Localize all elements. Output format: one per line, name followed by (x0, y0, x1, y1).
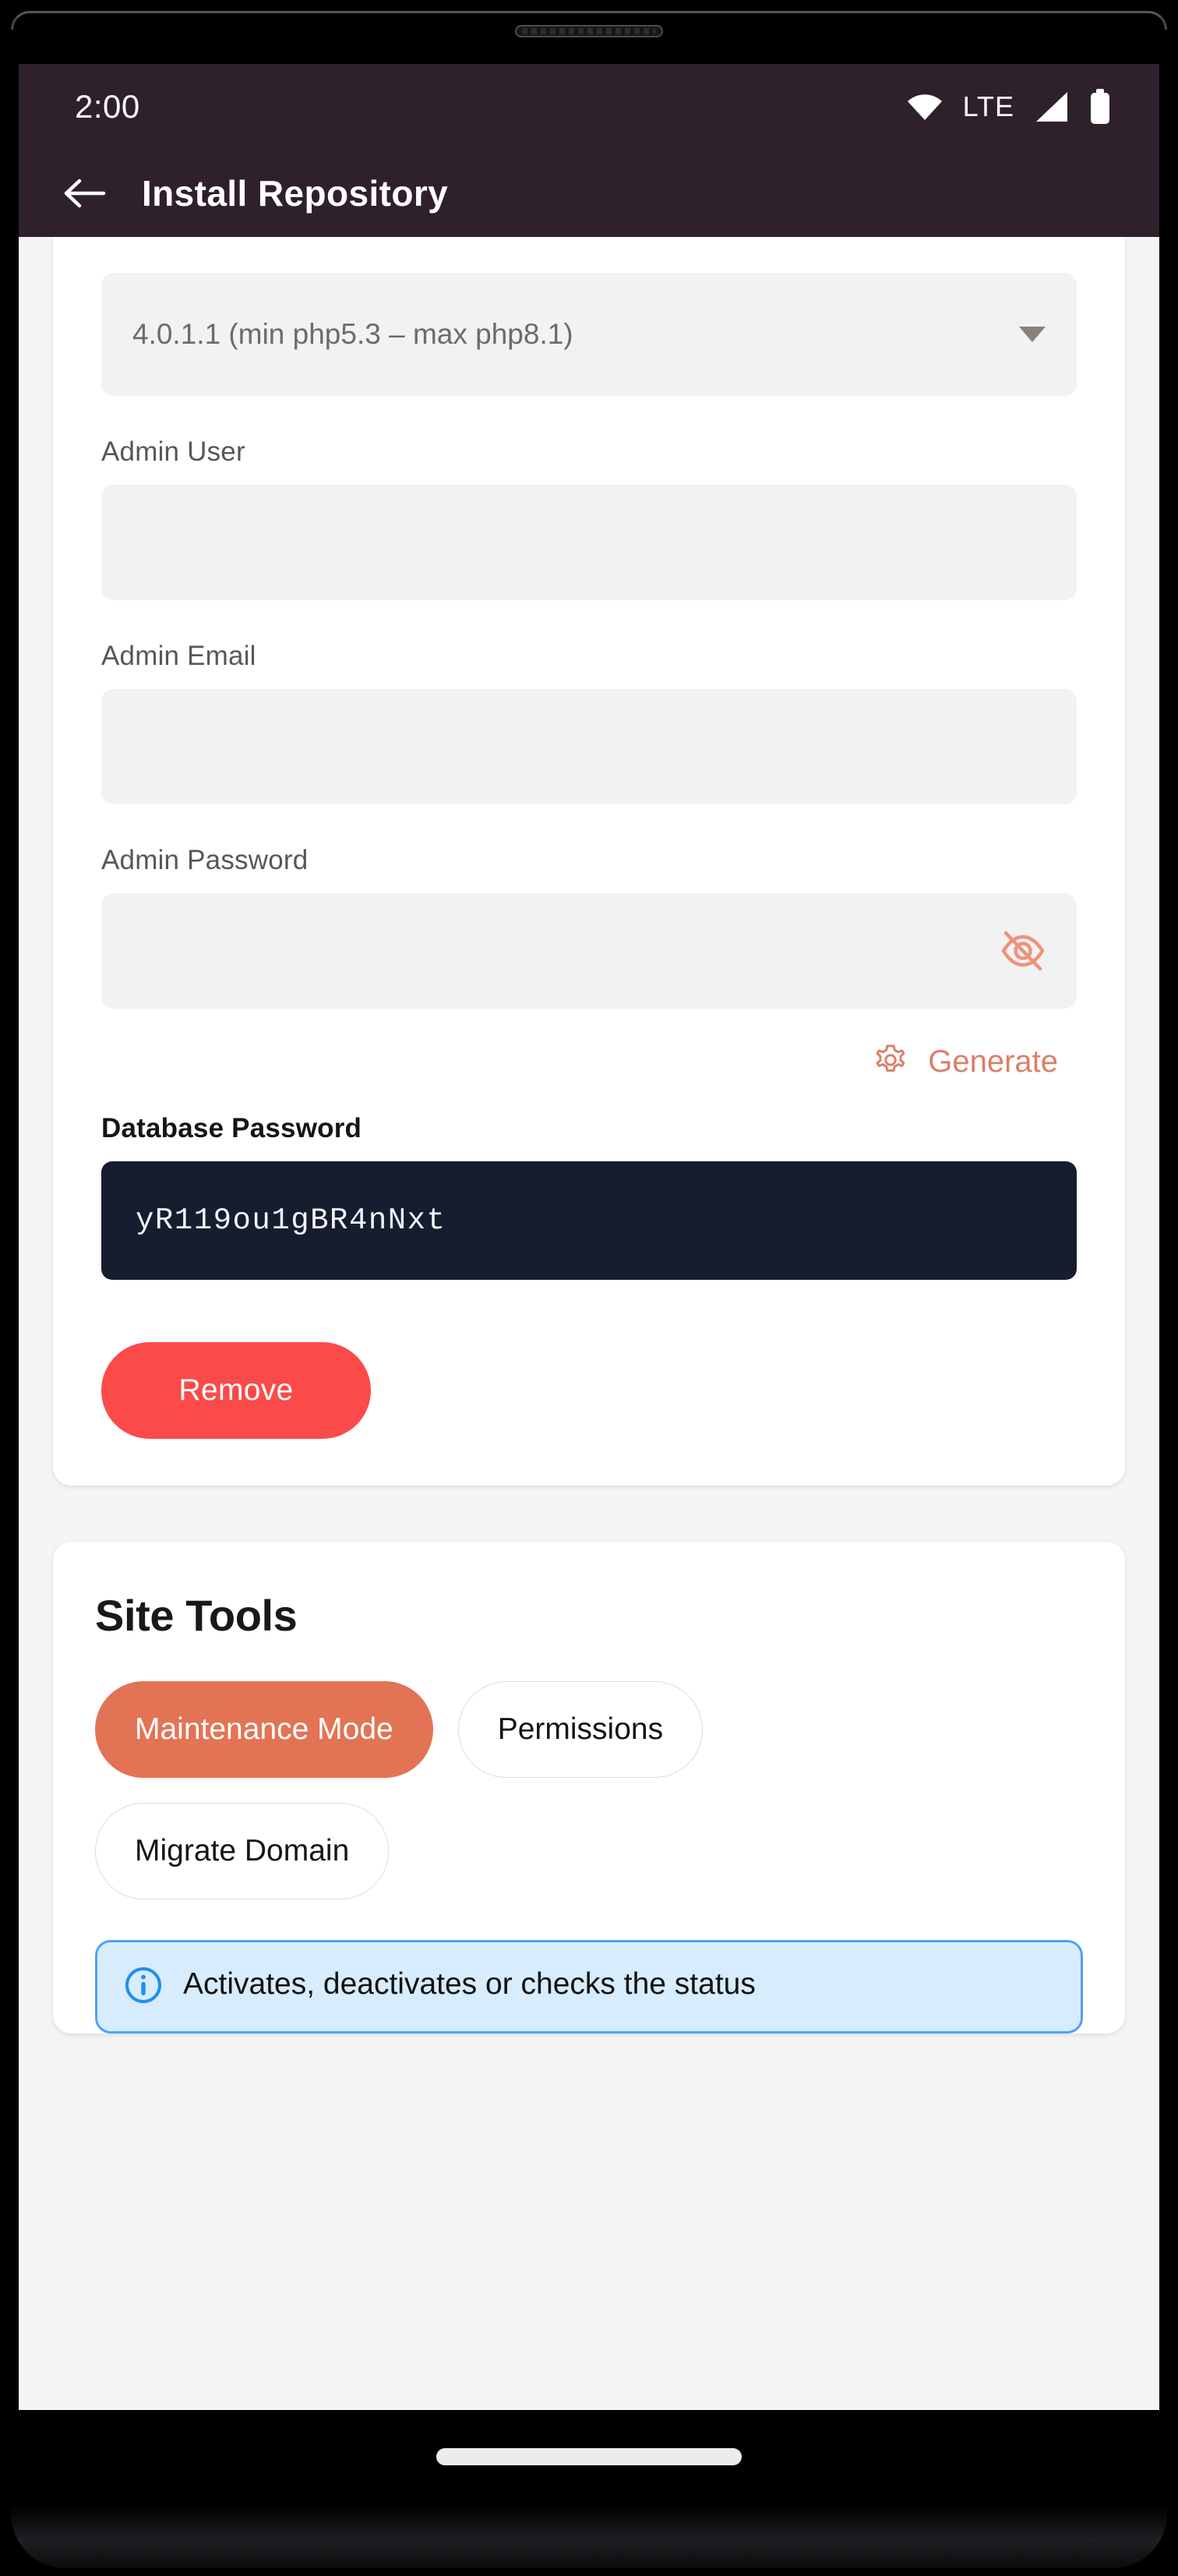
chevron-down-icon (1019, 327, 1046, 342)
site-tools-card: Site Tools Maintenance Mode Permissions … (53, 1542, 1125, 2034)
admin-password-label: Admin Password (101, 845, 309, 875)
version-select[interactable]: 4.0.1.1 (min php5.3 – max php8.1) (101, 273, 1077, 396)
chip-maintenance-mode[interactable]: Maintenance Mode (95, 1681, 433, 1778)
card-spacer (53, 1486, 1125, 1542)
info-icon (124, 1966, 163, 2005)
generate-label: Generate (928, 1044, 1058, 1079)
version-select-value: 4.0.1.1 (min php5.3 – max php8.1) (132, 318, 573, 350)
status-bar: 2:00 LTE (19, 64, 1159, 150)
phone-screen: 2:00 LTE Install Repository 4.0.1.1 (min… (19, 64, 1159, 2410)
network-type-label: LTE (962, 90, 1014, 122)
admin-email-input[interactable] (101, 689, 1077, 804)
chip-migrate-domain[interactable]: Migrate Domain (95, 1803, 390, 1899)
system-navigation-bar (19, 2410, 1159, 2504)
phone-frame: 2:00 LTE Install Repository 4.0.1.1 (min… (0, 0, 1178, 2576)
eye-off-icon[interactable] (1000, 931, 1046, 971)
home-indicator[interactable] (436, 2448, 742, 2465)
site-tools-title: Site Tools (95, 1591, 298, 1640)
admin-user-label: Admin User (101, 436, 245, 467)
app-bar: Install Repository (19, 150, 1159, 237)
status-bar-icons: LTE (907, 89, 1111, 125)
wifi-icon (907, 93, 943, 121)
back-button[interactable] (62, 176, 106, 210)
admin-email-label: Admin Email (101, 641, 256, 671)
generate-password-button[interactable]: Generate (101, 1043, 1077, 1080)
info-banner-text: Activates, deactivates or checks the sta… (183, 1967, 756, 2001)
admin-user-input[interactable] (101, 485, 1077, 600)
gear-icon (872, 1043, 909, 1080)
database-password-value[interactable]: yR119ou1gBR4nNxt (101, 1161, 1077, 1280)
chip-permissions[interactable]: Permissions (457, 1681, 704, 1778)
site-tools-chip-row-2: Migrate Domain (95, 1803, 1083, 1899)
signal-icon (1035, 90, 1069, 123)
site-tools-chip-row-1: Maintenance Mode Permissions (95, 1681, 1083, 1778)
info-banner: Activates, deactivates or checks the sta… (95, 1940, 1083, 2034)
status-bar-clock: 2:00 (75, 88, 140, 125)
remove-button[interactable]: Remove (101, 1342, 371, 1439)
battery-icon (1089, 89, 1111, 125)
database-password-label: Database Password (101, 1113, 362, 1143)
phone-bezel-bottom (11, 2506, 1167, 2568)
page-title: Install Repository (142, 173, 449, 214)
scroll-content[interactable]: 4.0.1.1 (min php5.3 – max php8.1) Admin … (19, 237, 1159, 2410)
earpiece-speaker-dots (522, 28, 656, 34)
install-repository-card: 4.0.1.1 (min php5.3 – max php8.1) Admin … (53, 237, 1125, 1486)
admin-password-input[interactable] (101, 893, 1077, 1009)
